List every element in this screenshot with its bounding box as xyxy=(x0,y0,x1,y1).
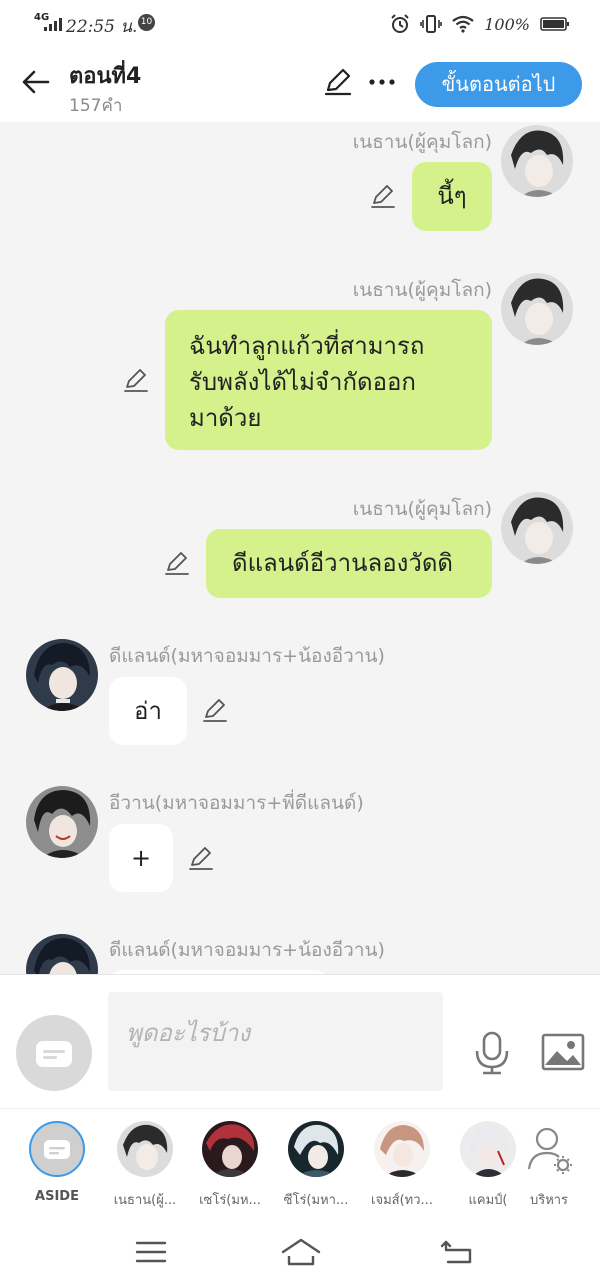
character-aside[interactable]: ASIDE xyxy=(15,1121,99,1211)
battery-percent: 100% xyxy=(484,14,530,34)
character-item[interactable]: เนธาน(ผู้... xyxy=(103,1121,187,1211)
navigation-bar xyxy=(0,1218,600,1287)
avatar[interactable] xyxy=(26,639,98,711)
message-line: อ่า xyxy=(134,697,162,725)
message-bubble[interactable]: ดีแลนด์อีวานลองวัดดิ xyxy=(206,529,492,598)
message-line: + xyxy=(130,844,152,872)
avatar xyxy=(202,1121,258,1177)
app-bar: ตอนที่4 157คำ ขั้นตอนต่อไป xyxy=(0,48,600,122)
back-nav-icon[interactable] xyxy=(440,1236,476,1268)
character-item[interactable]: เซโร่(มห... xyxy=(188,1121,272,1211)
back-arrow-icon[interactable] xyxy=(18,64,54,100)
avatar[interactable] xyxy=(501,125,573,197)
message-line: ฉันทำลูกแก้วที่สามารถ xyxy=(189,332,425,360)
character-label: ASIDE xyxy=(35,1189,79,1204)
message-bubble[interactable]: ฉันทำลูกแก้วที่สามารถ รับพลังได้ไม่จำกัด… xyxy=(165,310,492,450)
message-line: ดีแลนด์อีวานลองวัดดิ xyxy=(232,549,454,577)
wifi-icon xyxy=(452,15,474,33)
image-icon[interactable] xyxy=(541,1033,585,1071)
battery-icon xyxy=(540,17,569,31)
episode-title: ตอนที่4 xyxy=(69,64,142,89)
message-line: รับพลังได้ไม่จำกัดออก xyxy=(189,368,416,396)
vibrate-icon xyxy=(420,15,443,33)
avatar xyxy=(117,1121,173,1177)
notification-badge: 10 xyxy=(138,14,155,31)
character-label: เนธาน(ผู้... xyxy=(113,1193,177,1208)
composer-bar xyxy=(0,974,600,1108)
more-options-icon[interactable] xyxy=(366,66,398,98)
character-selector: ASIDE เนธาน(ผู้... เซโร่(มห... ซีโร่(มหา… xyxy=(0,1108,600,1218)
message-line: มาด้วย xyxy=(189,404,262,432)
avatar[interactable] xyxy=(501,273,573,345)
character-item[interactable]: เจมส์(ทว... xyxy=(360,1121,444,1211)
alarm-icon xyxy=(391,14,409,33)
manage-characters-button[interactable]: บริหาร xyxy=(507,1121,591,1211)
edit-message-pencil-icon[interactable] xyxy=(163,549,191,577)
avatar xyxy=(374,1121,430,1177)
sender-name: เนธาน(ผู้คุมโลก) xyxy=(352,279,492,301)
user-settings-icon xyxy=(527,1127,572,1174)
message-bubble[interactable]: + xyxy=(109,824,173,892)
avatar[interactable] xyxy=(26,786,98,858)
home-icon[interactable] xyxy=(280,1236,322,1268)
message-bubble[interactable]: นี้ๆ xyxy=(412,162,492,231)
chat-bubble-icon xyxy=(44,1140,70,1159)
word-count: 157คำ xyxy=(69,96,123,116)
character-label: เซโร่(มห... xyxy=(199,1193,261,1208)
avatar xyxy=(29,1121,85,1177)
edit-message-pencil-icon[interactable] xyxy=(122,366,150,394)
sender-name: อีวาน(มหาจอมมาร+พี่ดีแลนด์) xyxy=(109,792,364,814)
character-label: เจมส์(ทว... xyxy=(371,1193,433,1208)
message-input[interactable] xyxy=(108,992,443,1091)
sender-name: เนธาน(ผู้คุมโลก) xyxy=(352,131,492,153)
character-label: บริหาร xyxy=(529,1193,569,1208)
avatar[interactable] xyxy=(26,934,98,974)
edit-message-pencil-icon[interactable] xyxy=(369,182,397,210)
signal-icon xyxy=(44,18,62,31)
chat-bubble-icon xyxy=(36,1041,72,1067)
edit-message-pencil-icon[interactable] xyxy=(201,696,229,724)
menu-icon[interactable] xyxy=(133,1236,169,1268)
message-bubble[interactable]: อ่า xyxy=(109,677,187,745)
microphone-icon[interactable] xyxy=(473,1031,511,1075)
status-bar: 4G 22:55 น. 10 100% xyxy=(0,0,600,48)
next-step-button[interactable]: ขั้นตอนต่อไป xyxy=(415,62,582,107)
status-icons: 100% xyxy=(390,12,570,36)
avatar xyxy=(288,1121,344,1177)
message-line: นี้ๆ xyxy=(437,182,467,210)
chat-area[interactable]: เนธาน(ผู้คุมโลก) นี้ๆ เนธาน(ผู้คุมโลก) ฉ… xyxy=(0,122,600,974)
edit-pencil-icon[interactable] xyxy=(322,66,354,98)
clock: 22:55 น. xyxy=(66,17,138,37)
sender-name: ดีแลนด์(มหาจอมมาร+น้องอีวาน) xyxy=(109,939,385,961)
character-label: ซีโร่(มหา... xyxy=(283,1193,349,1208)
aside-toggle-button[interactable] xyxy=(16,1015,92,1091)
sender-name: เนธาน(ผู้คุมโลก) xyxy=(352,498,492,520)
sender-name: ดีแลนด์(มหาจอมมาร+น้องอีวาน) xyxy=(109,645,385,667)
character-item[interactable]: ซีโร่(มหา... xyxy=(274,1121,358,1211)
edit-message-pencil-icon[interactable] xyxy=(187,844,215,872)
avatar[interactable] xyxy=(501,492,573,564)
app-root: 4G 22:55 น. 10 100% ตอนที่4 157คำ ขั้นตอ… xyxy=(0,0,600,1287)
